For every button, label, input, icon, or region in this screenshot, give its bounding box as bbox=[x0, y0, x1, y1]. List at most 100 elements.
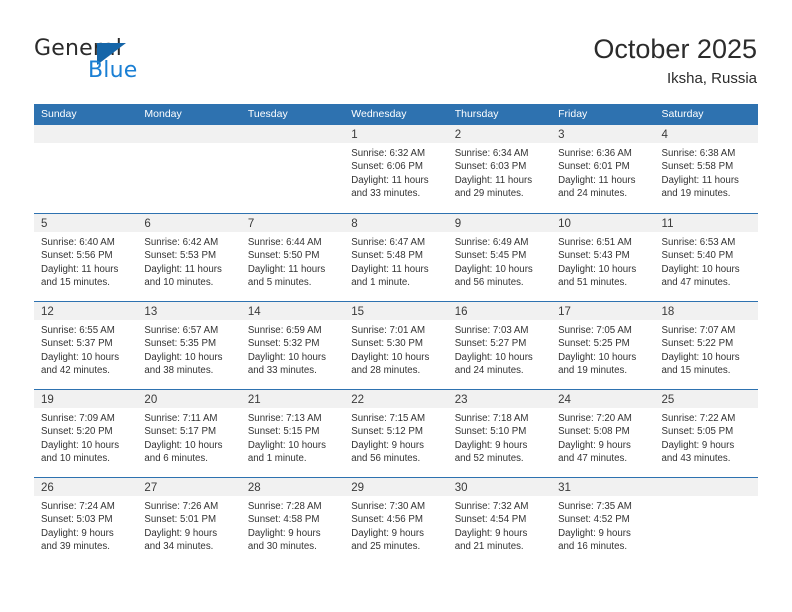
day-cell-22[interactable]: 22 Sunrise: 7:15 AM Sunset: 5:12 PM Dayligh… bbox=[344, 390, 448, 477]
day-number-band: 2 bbox=[447, 125, 552, 143]
day-details: Sunrise: 6:51 AM Sunset: 5:43 PM Daylight:… bbox=[551, 232, 654, 289]
day-number-band: 19 bbox=[34, 390, 138, 408]
day-detail-line: Sunrise: 6:34 AM bbox=[454, 148, 529, 159]
day-cell-3[interactable]: 3 Sunrise: 6:36 AM Sunset: 6:01 PM Daylight… bbox=[551, 125, 655, 213]
day-detail-line: Daylight: 9 hours bbox=[558, 527, 631, 539]
day-detail-line: Daylight: 10 hours bbox=[144, 439, 223, 451]
day-cell-19[interactable]: 19 Sunrise: 7:09 AM Sunset: 5:20 PM Dayligh… bbox=[34, 390, 138, 477]
day-details: Sunrise: 7:20 AM Sunset: 5:08 PM Daylight:… bbox=[551, 408, 654, 465]
day-number-band: 29 bbox=[344, 478, 448, 496]
day-number: 26 bbox=[41, 482, 54, 494]
day-detail-line: Sunset: 5:35 PM bbox=[144, 338, 217, 350]
day-cell-20[interactable]: 20 Sunrise: 7:11 AM Sunset: 5:17 PM Dayligh… bbox=[137, 390, 241, 477]
day-cell-29[interactable]: 29 Sunrise: 7:30 AM Sunset: 4:56 PM Dayligh… bbox=[344, 478, 448, 565]
day-detail-line: Daylight: 9 hours bbox=[41, 527, 114, 539]
day-cell-12[interactable]: 12 Sunrise: 6:55 AM Sunset: 5:37 PM Dayligh… bbox=[34, 302, 138, 389]
day-cell-10[interactable]: 10 Sunrise: 6:51 AM Sunset: 5:43 PM Dayligh… bbox=[551, 214, 655, 301]
day-number-band: 1 bbox=[344, 125, 448, 143]
day-number-band: 9 bbox=[447, 214, 552, 232]
day-details: Sunrise: 7:18 AM Sunset: 5:10 PM Daylight:… bbox=[448, 408, 551, 465]
day-cell-13[interactable]: 13 Sunrise: 6:57 AM Sunset: 5:35 PM Dayligh… bbox=[137, 302, 241, 389]
day-detail-line: Sunset: 4:56 PM bbox=[351, 514, 423, 526]
day-details: Sunrise: 7:15 AM Sunset: 5:12 PM Daylight:… bbox=[344, 408, 447, 465]
day-cell-empty bbox=[137, 125, 241, 213]
day-detail-line: Sunrise: 7:35 AM bbox=[558, 501, 632, 512]
day-cell-4[interactable]: 4 Sunrise: 6:38 AM Sunset: 5:58 PM Daylight… bbox=[654, 125, 758, 213]
day-cell-8[interactable]: 8 Sunrise: 6:47 AM Sunset: 5:48 PM Daylight… bbox=[344, 214, 448, 301]
day-number-band: 18 bbox=[654, 302, 758, 320]
day-number-band: 10 bbox=[551, 214, 655, 232]
day-number-band: 25 bbox=[654, 390, 758, 408]
day-cell-21[interactable]: 21 Sunrise: 7:13 AM Sunset: 5:15 PM Dayligh… bbox=[240, 390, 345, 477]
day-detail-line: and 1 minute. bbox=[247, 452, 307, 464]
weekday-header-tuesday: Tuesday bbox=[247, 108, 288, 120]
day-detail-line: Daylight: 10 hours bbox=[558, 351, 637, 363]
day-detail-line: Daylight: 11 hours bbox=[661, 174, 739, 186]
day-cell-14[interactable]: 14 Sunrise: 6:59 AM Sunset: 5:32 PM Dayligh… bbox=[240, 302, 345, 389]
day-cell-30[interactable]: 30 Sunrise: 7:32 AM Sunset: 4:54 PM Dayligh… bbox=[447, 478, 552, 565]
day-detail-line: Sunset: 5:48 PM bbox=[351, 250, 423, 262]
day-detail-line: and 16 minutes. bbox=[558, 540, 628, 552]
general-blue-logo[interactable]: General Blue bbox=[34, 36, 254, 88]
day-number: 27 bbox=[144, 482, 158, 494]
day-cell-23[interactable]: 23 Sunrise: 7:18 AM Sunset: 5:10 PM Dayligh… bbox=[447, 390, 552, 477]
day-detail-line: Sunset: 5:01 PM bbox=[144, 514, 217, 526]
day-cell-25[interactable]: 25 Sunrise: 7:22 AM Sunset: 5:05 PM Dayligh… bbox=[654, 390, 758, 477]
day-details: Sunrise: 7:35 AM Sunset: 4:52 PM Daylight:… bbox=[551, 496, 654, 553]
day-number-band: 22 bbox=[344, 390, 448, 408]
day-number: 29 bbox=[351, 482, 365, 494]
day-number: 18 bbox=[661, 306, 675, 318]
day-cell-16[interactable]: 16 Sunrise: 7:03 AM Sunset: 5:27 PM Dayligh… bbox=[447, 302, 552, 389]
day-cell-5[interactable]: 5 Sunrise: 6:40 AM Sunset: 5:56 PM Daylight… bbox=[34, 214, 138, 301]
day-detail-line: Sunrise: 7:28 AM bbox=[247, 501, 322, 512]
day-number: 9 bbox=[454, 218, 462, 230]
day-number-band: 6 bbox=[137, 214, 241, 232]
day-number: 13 bbox=[144, 306, 158, 318]
day-cell-18[interactable]: 18 Sunrise: 7:07 AM Sunset: 5:22 PM Dayligh… bbox=[654, 302, 758, 389]
day-details: Sunrise: 7:32 AM Sunset: 4:54 PM Daylight:… bbox=[448, 496, 551, 553]
day-cell-15[interactable]: 15 Sunrise: 7:01 AM Sunset: 5:30 PM Dayligh… bbox=[344, 302, 448, 389]
day-detail-line: Sunrise: 7:05 AM bbox=[558, 325, 632, 336]
day-detail-line: Daylight: 9 hours bbox=[247, 527, 321, 539]
day-detail-line: Sunrise: 7:32 AM bbox=[454, 501, 529, 512]
day-cell-28[interactable]: 28 Sunrise: 7:28 AM Sunset: 4:58 PM Dayligh… bbox=[240, 478, 345, 565]
day-details: Sunrise: 6:57 AM Sunset: 5:35 PM Daylight:… bbox=[137, 320, 240, 377]
day-detail-line: Sunset: 5:25 PM bbox=[558, 338, 630, 350]
day-cell-17[interactable]: 17 Sunrise: 7:05 AM Sunset: 5:25 PM Dayligh… bbox=[551, 302, 655, 389]
day-cell-27[interactable]: 27 Sunrise: 7:26 AM Sunset: 5:01 PM Dayligh… bbox=[137, 478, 241, 565]
day-cell-9[interactable]: 9 Sunrise: 6:49 AM Sunset: 5:45 PM Daylight… bbox=[447, 214, 552, 301]
day-number-band: 16 bbox=[447, 302, 552, 320]
day-cell-2[interactable]: 2 Sunrise: 6:34 AM Sunset: 6:03 PM Daylight… bbox=[447, 125, 552, 213]
day-cell-24[interactable]: 24 Sunrise: 7:20 AM Sunset: 5:08 PM Dayligh… bbox=[551, 390, 655, 477]
empty-day-band bbox=[654, 478, 758, 496]
day-cell-1[interactable]: 1 Sunrise: 6:32 AM Sunset: 6:06 PM Daylight… bbox=[344, 125, 448, 213]
day-detail-line: Sunset: 5:17 PM bbox=[144, 426, 217, 438]
weekday-header-monday: Monday bbox=[144, 108, 182, 120]
day-number-band: 4 bbox=[654, 125, 758, 143]
day-detail-line: and 21 minutes. bbox=[454, 540, 524, 552]
day-detail-line: Sunset: 5:40 PM bbox=[661, 250, 734, 262]
day-detail-line: Sunrise: 6:38 AM bbox=[661, 148, 736, 159]
day-detail-line: and 34 minutes. bbox=[144, 540, 214, 552]
day-cell-31[interactable]: 31 Sunrise: 7:35 AM Sunset: 4:52 PM Dayligh… bbox=[551, 478, 655, 565]
day-number: 15 bbox=[351, 306, 365, 318]
day-detail-line: Sunset: 5:15 PM bbox=[247, 426, 320, 438]
day-detail-line: Daylight: 11 hours bbox=[351, 263, 429, 275]
day-detail-line: Sunrise: 7:03 AM bbox=[454, 325, 529, 336]
day-cell-6[interactable]: 6 Sunrise: 6:42 AM Sunset: 5:53 PM Daylight… bbox=[137, 214, 241, 301]
day-number-band: 21 bbox=[240, 390, 345, 408]
day-detail-line: Daylight: 10 hours bbox=[558, 263, 637, 275]
page-subtitle: Iksha, Russia bbox=[666, 70, 757, 87]
day-detail-line: and 19 minutes. bbox=[661, 187, 731, 199]
day-detail-line: Sunset: 5:56 PM bbox=[41, 250, 113, 262]
day-details: Sunrise: 7:28 AM Sunset: 4:58 PM Daylight:… bbox=[241, 496, 344, 553]
day-detail-line: Sunrise: 6:40 AM bbox=[41, 237, 115, 248]
day-cell-26[interactable]: 26 Sunrise: 7:24 AM Sunset: 5:03 PM Dayligh… bbox=[34, 478, 138, 565]
day-cell-11[interactable]: 11 Sunrise: 6:53 AM Sunset: 5:40 PM Dayligh… bbox=[654, 214, 758, 301]
day-details: Sunrise: 6:36 AM Sunset: 6:01 PM Daylight:… bbox=[551, 143, 654, 200]
day-detail-line: Daylight: 11 hours bbox=[144, 263, 222, 275]
day-detail-line: Sunrise: 7:07 AM bbox=[661, 325, 736, 336]
day-details: Sunrise: 6:44 AM Sunset: 5:50 PM Daylight:… bbox=[241, 232, 344, 289]
day-cell-7[interactable]: 7 Sunrise: 6:44 AM Sunset: 5:50 PM Daylight… bbox=[240, 214, 345, 301]
weekday-header-row: Sunday Monday Tuesday Wednesday Thursday Frid… bbox=[34, 104, 758, 125]
